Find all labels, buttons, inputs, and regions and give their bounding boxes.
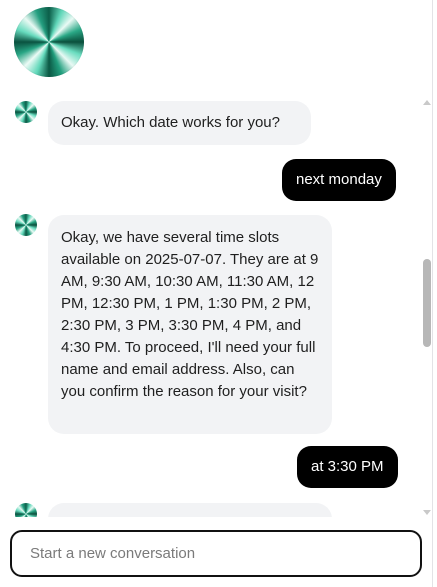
user-message: next monday (282, 159, 396, 201)
assistant-avatar (15, 101, 37, 123)
green-spiral-logo-icon (14, 7, 84, 77)
message-input[interactable] (14, 534, 418, 573)
assistant-message: Okay, we have several time slots availab… (48, 215, 332, 434)
scroll-up-arrow-icon[interactable] (423, 100, 431, 105)
user-message: at 3:30 PM (297, 446, 398, 488)
scrollbar-thumb[interactable] (423, 259, 431, 347)
assistant-message (48, 503, 332, 517)
assistant-avatar (15, 214, 37, 236)
composer (10, 530, 422, 577)
chat-widget: Okay. Which date works for you? next mon… (0, 0, 433, 587)
message-list[interactable]: Okay. Which date works for you? next mon… (0, 90, 420, 517)
scroll-down-arrow-icon[interactable] (423, 510, 431, 515)
chat-scrollbar[interactable] (420, 96, 432, 519)
assistant-avatar (15, 503, 37, 517)
assistant-message: Okay. Which date works for you? (48, 101, 311, 145)
